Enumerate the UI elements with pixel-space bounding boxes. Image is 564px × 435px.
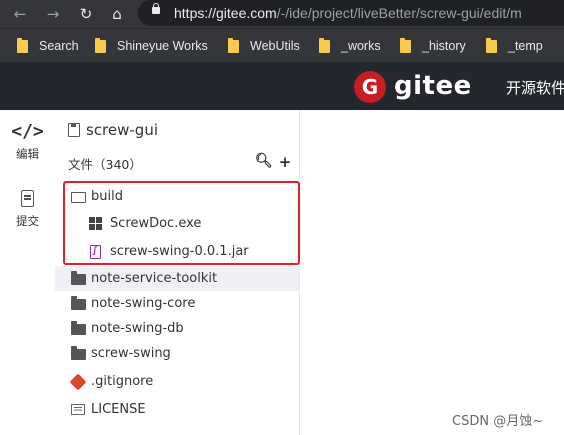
home-icon[interactable]: ⌂ <box>108 5 126 23</box>
folder-icon <box>70 321 86 337</box>
bookmark-label: _works <box>341 39 381 53</box>
tree-item-label: LICENSE <box>91 402 146 417</box>
edit-label: 编辑 <box>16 147 39 161</box>
url-host: https://gitee.com <box>174 5 277 21</box>
repo-name: screw-gui <box>86 121 159 139</box>
tree-item-label: note-swing-db <box>91 321 184 336</box>
repo-title: screw-gui <box>68 121 158 139</box>
editor-area[interactable] <box>300 110 564 435</box>
url-path: /-/ide/project/liveBetter/screw-gui/edit… <box>276 5 522 21</box>
watermark: CSDN @月蚀~ <box>452 414 544 429</box>
folder-icon <box>228 37 239 53</box>
tree-item-note-swing-db[interactable]: note-swing-db <box>55 316 299 341</box>
bookmark-shineyue-works[interactable]: Shineyue Works <box>95 37 208 54</box>
commit-label: 提交 <box>16 214 39 228</box>
document-icon <box>21 190 34 207</box>
bookmark-label: Shineyue Works <box>117 39 208 53</box>
lock-icon <box>152 3 160 14</box>
brand-name[interactable]: gitee <box>394 71 472 101</box>
tree-item-screw-swing[interactable]: screw-swing <box>55 341 299 366</box>
bookmark-history[interactable]: _history <box>400 37 466 54</box>
search-icon[interactable]: 🔍︎ <box>255 153 273 171</box>
license-file-icon <box>70 402 86 418</box>
code-icon: </> <box>11 121 44 142</box>
folder-icon <box>17 37 28 53</box>
folder-icon <box>70 346 86 362</box>
gitee-logo-icon[interactable]: G <box>354 71 386 103</box>
browser-toolbar: ← → ↻ ⌂ https://gitee.com/-/ide/project/… <box>0 0 564 28</box>
reload-icon[interactable]: ↻ <box>77 5 95 23</box>
folder-icon <box>70 296 86 312</box>
edit-tab[interactable]: </> 编辑 <box>0 120 55 162</box>
tree-item-note-swing-core[interactable]: note-swing-core <box>55 291 299 316</box>
bookmark-label: Search <box>39 39 79 53</box>
commit-tab[interactable]: 提交 <box>0 186 55 229</box>
gitee-header: G gitee 开源软件 <box>0 62 564 110</box>
bookmark-temp[interactable]: _temp <box>486 37 543 54</box>
folder-icon <box>319 37 330 53</box>
tree-item-gitignore[interactable]: .gitignore <box>55 369 299 394</box>
bookmark-webutils[interactable]: WebUtils <box>228 37 300 54</box>
file-count: 文件（340） <box>68 157 142 172</box>
tree-item-label: .gitignore <box>91 374 154 389</box>
repository-icon <box>68 123 80 137</box>
folder-icon <box>70 271 86 287</box>
tree-item-label: note-service-toolkit <box>91 271 218 286</box>
tree-item-label: note-swing-core <box>91 296 196 311</box>
back-arrow-icon[interactable]: ← <box>11 5 29 23</box>
folder-icon <box>486 37 497 53</box>
folder-icon <box>400 37 411 53</box>
logo-letter: G <box>361 75 379 99</box>
tree-tools: 🔍︎ + <box>255 153 291 171</box>
address-bar[interactable]: https://gitee.com/-/ide/project/liveBett… <box>138 0 564 26</box>
add-icon[interactable]: + <box>279 153 292 171</box>
tree-item-note-service-toolkit[interactable]: note-service-toolkit <box>55 266 299 291</box>
nav-open-source[interactable]: 开源软件 <box>506 78 564 98</box>
bookmark-label: _history <box>422 39 466 53</box>
folder-icon <box>95 37 106 53</box>
bookmark-search[interactable]: Search <box>17 37 79 54</box>
highlight-annotation-box <box>63 181 300 265</box>
git-icon <box>69 373 87 390</box>
bookmark-label: WebUtils <box>250 39 300 53</box>
bookmark-label: _temp <box>508 39 543 53</box>
bookmarks-bar: Search Shineyue Works WebUtils _works _h… <box>0 28 564 62</box>
tree-item-label: screw-swing <box>91 346 171 361</box>
bookmark-works[interactable]: _works <box>319 37 381 54</box>
tree-item-license[interactable]: LICENSE <box>55 397 299 422</box>
url-text[interactable]: https://gitee.com/-/ide/project/liveBett… <box>174 4 522 22</box>
ide-activity-rail: </> 编辑 提交 <box>0 110 56 435</box>
forward-arrow-icon[interactable]: → <box>44 5 62 23</box>
